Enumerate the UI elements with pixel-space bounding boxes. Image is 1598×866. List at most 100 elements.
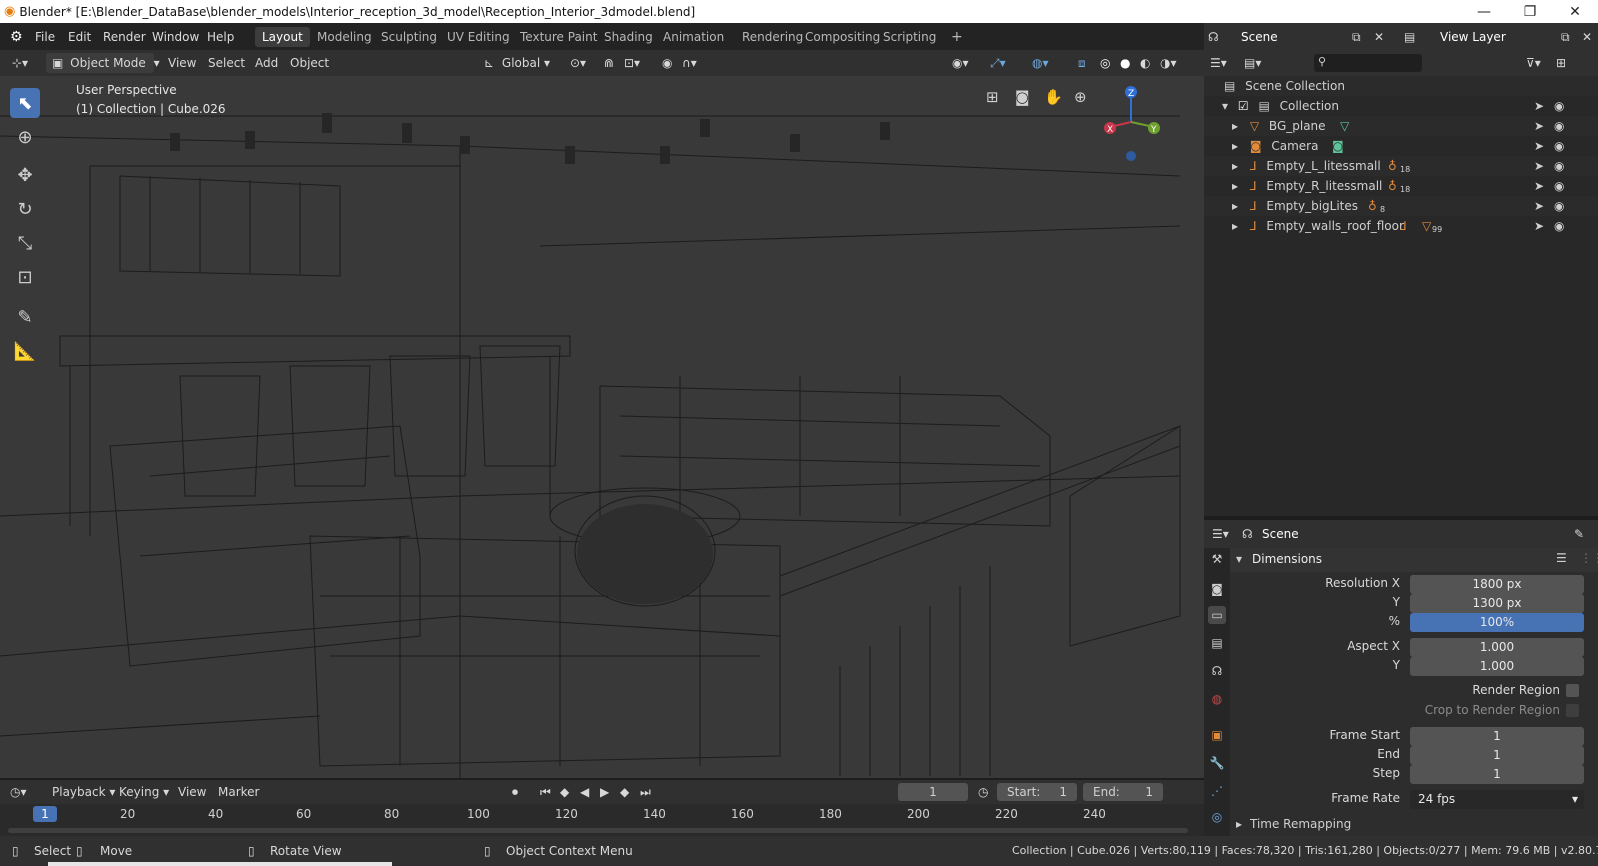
record-icon[interactable]: ⏺ <box>512 782 518 802</box>
editor-type-icon[interactable]: ⊹▾ <box>12 53 28 73</box>
resolution-x-field[interactable]: 1800 px <box>1410 575 1584 594</box>
measure-tool-icon[interactable]: 📐 <box>10 336 40 366</box>
select-arrow-icon[interactable]: ➤ <box>1534 176 1544 196</box>
menu-keying[interactable]: Keying ▾ <box>119 782 169 802</box>
outliner-row-scene-collection[interactable]: ▤ Scene Collection <box>1204 76 1598 96</box>
jump-start-icon[interactable]: ⏮ <box>540 782 551 802</box>
eye-icon[interactable]: ◉ <box>1554 136 1564 156</box>
eye-icon[interactable]: ◉ <box>1554 176 1564 196</box>
next-keyframe-icon[interactable]: ◆ <box>620 782 629 802</box>
play-icon[interactable]: ▶ <box>600 782 609 802</box>
resolution-y-field[interactable]: 1300 px <box>1410 594 1584 613</box>
outliner-row-collection[interactable]: ▾ ☑ ▤ Collection ➤ ◉ <box>1204 96 1598 116</box>
annotate-tool-icon[interactable]: ✎ <box>10 302 40 332</box>
outliner-search-input[interactable]: ⚲ <box>1314 54 1422 72</box>
view-layer-name[interactable]: View Layer <box>1440 27 1506 47</box>
tab-uv-editing[interactable]: UV Editing <box>440 27 517 47</box>
visibility-icon[interactable]: ◉▾ <box>952 53 969 73</box>
display-mode-icon[interactable]: ▤▾ <box>1244 53 1261 73</box>
object-tab-icon[interactable]: ▣ <box>1208 726 1226 744</box>
tab-sculpting[interactable]: Sculpting <box>374 27 444 47</box>
outliner-row-object[interactable]: ▸ ◙ Camera ◙ ➤ ◉ <box>1204 136 1598 156</box>
restore-button[interactable]: ❐ <box>1507 0 1553 23</box>
select-arrow-icon[interactable]: ➤ <box>1534 216 1544 236</box>
outliner-row-object[interactable]: ▸ ⅃ Empty_walls_roof_floor ⅃ ▽ 99 ➤ ◉ <box>1204 216 1598 236</box>
menu-file[interactable]: File <box>35 28 55 46</box>
menu-select[interactable]: Select <box>208 53 245 73</box>
render-region-checkbox[interactable] <box>1566 684 1579 697</box>
eye-icon[interactable]: ◉ <box>1554 216 1564 236</box>
overlays-icon[interactable]: ◍▾ <box>1032 53 1049 73</box>
resolution-percent-field[interactable]: 100% <box>1410 613 1584 632</box>
frame-start-field[interactable]: 1 <box>1410 727 1584 746</box>
menu-help[interactable]: Help <box>207 28 234 46</box>
view-layer-tab-icon[interactable]: ▤ <box>1208 634 1226 652</box>
tab-compositing[interactable]: Compositing <box>798 27 887 47</box>
aspect-y-field[interactable]: 1.000 <box>1410 657 1584 676</box>
tab-shading[interactable]: Shading <box>597 27 660 47</box>
gizmo-toggle-icon[interactable]: ⤢▾ <box>990 53 1006 73</box>
menu-add[interactable]: Add <box>255 53 278 73</box>
filter-icon[interactable]: ⊽▾ <box>1526 53 1541 73</box>
menu-render[interactable]: Render <box>103 28 146 46</box>
toggle-camera-icon[interactable]: ⊞ <box>986 88 999 106</box>
timeline-ruler[interactable]: 1 20 40 60 80 100 120 140 160 180 200 22… <box>0 804 1204 836</box>
camera-view-icon[interactable]: ◙ <box>1015 88 1030 106</box>
tab-layout[interactable]: Layout <box>255 27 310 47</box>
eye-icon[interactable]: ◉ <box>1554 116 1564 136</box>
time-remapping-panel-header[interactable]: ▸ Time Remapping <box>1230 814 1598 836</box>
presets-icon[interactable]: ☰ <box>1556 551 1567 565</box>
render-tab-icon[interactable]: ◙ <box>1208 580 1226 598</box>
tab-animation[interactable]: Animation <box>656 27 731 47</box>
zoom-icon[interactable]: ⊕ <box>1074 88 1087 106</box>
start-frame-field[interactable]: Start: 1 <box>997 783 1077 801</box>
menu-window[interactable]: Window <box>152 28 199 46</box>
minimize-button[interactable]: — <box>1461 0 1507 23</box>
scene-name[interactable]: Scene <box>1241 27 1278 47</box>
select-arrow-icon[interactable]: ➤ <box>1534 196 1544 216</box>
frame-end-field[interactable]: 1 <box>1410 746 1584 765</box>
cursor-tool-icon[interactable]: ⊕ <box>10 122 40 152</box>
particles-tab-icon[interactable]: ⋰ <box>1208 782 1226 800</box>
tool-tab-icon[interactable]: ⚒ <box>1208 550 1226 568</box>
wireframe-shading-icon[interactable]: ◎ <box>1100 53 1110 73</box>
add-workspace-button[interactable]: + <box>944 27 970 47</box>
proportional-edit-icon[interactable]: ◉ <box>662 53 672 73</box>
menu-timeline-view[interactable]: View <box>178 782 206 802</box>
transform-orientation-dropdown[interactable]: ⊾ Global ▾ <box>484 53 560 73</box>
drag-handle-icon[interactable]: ⋮⋮ <box>1580 551 1598 565</box>
falloff-icon[interactable]: ∩▾ <box>682 53 697 73</box>
menu-playback[interactable]: Playback ▾ <box>52 782 115 802</box>
select-arrow-icon[interactable]: ➤ <box>1534 136 1544 156</box>
rendered-shading-icon[interactable]: ◑▾ <box>1160 53 1177 73</box>
properties-editor-icon[interactable]: ☰▾ <box>1212 524 1229 544</box>
scene-icon[interactable]: ☊ <box>1208 27 1219 47</box>
modifier-tab-icon[interactable]: 🔧 <box>1208 754 1226 772</box>
select-arrow-icon[interactable]: ➤ <box>1534 116 1544 136</box>
preview-range-icon[interactable]: ◷ <box>978 782 988 802</box>
playhead-frame[interactable]: 1 <box>33 806 57 822</box>
new-collection-icon[interactable]: ⊞ <box>1556 53 1566 73</box>
select-box-tool-icon[interactable]: ⬉ <box>10 88 40 118</box>
outliner-row-object[interactable]: ▸ ⅃ Empty_L_litessmall ♁ 18 ➤ ◉ <box>1204 156 1598 176</box>
blender-menu-icon[interactable]: ⚙ <box>10 28 23 46</box>
outliner-row-object[interactable]: ▸ ⅃ Empty_bigLites ♁ 8 ➤ ◉ <box>1204 196 1598 216</box>
solid-shading-icon[interactable]: ● <box>1120 53 1130 73</box>
dimensions-panel-header[interactable]: ▾ Dimensions ☰ ⋮⋮ <box>1230 548 1598 572</box>
frame-rate-dropdown[interactable]: 24 fps ▾ <box>1410 790 1584 809</box>
prev-keyframe-icon[interactable]: ◆ <box>560 782 569 802</box>
select-arrow-icon[interactable]: ➤ <box>1534 156 1544 176</box>
tab-scripting[interactable]: Scripting <box>876 27 943 47</box>
menu-marker[interactable]: Marker <box>218 782 259 802</box>
pan-hand-icon[interactable]: ✋ <box>1044 88 1063 106</box>
select-arrow-icon[interactable]: ➤ <box>1534 96 1544 116</box>
pin-icon[interactable]: ✎ <box>1574 524 1584 544</box>
timeline-scrollbar[interactable] <box>8 828 1188 833</box>
timeline-editor-icon[interactable]: ◷▾ <box>10 782 27 802</box>
tab-modeling[interactable]: Modeling <box>310 27 379 47</box>
output-tab-icon[interactable]: ▭ <box>1208 606 1226 624</box>
menu-edit[interactable]: Edit <box>68 28 91 46</box>
world-tab-icon[interactable]: ◍ <box>1208 690 1226 708</box>
outliner-editor-icon[interactable]: ☰▾ <box>1210 53 1227 73</box>
scale-tool-icon[interactable]: ⤡ <box>10 228 40 258</box>
